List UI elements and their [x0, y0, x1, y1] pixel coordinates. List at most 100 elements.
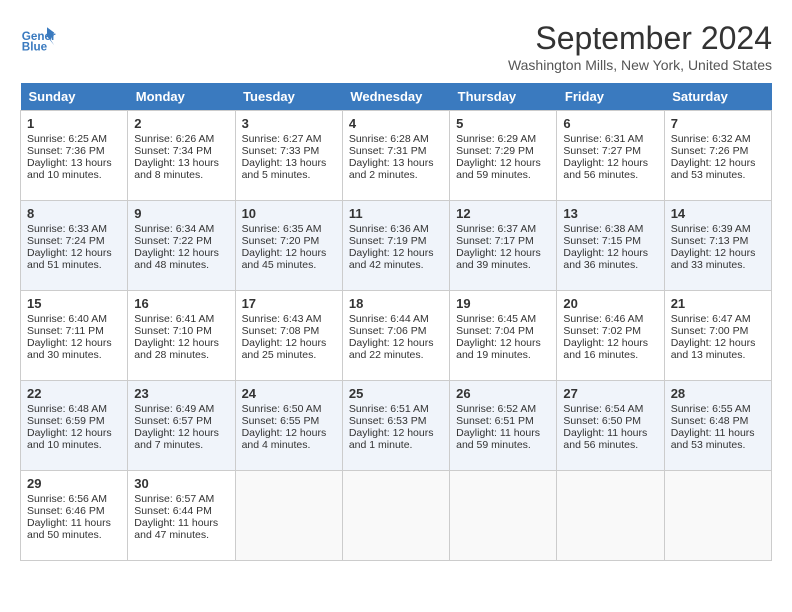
- day-info-line: and 10 minutes.: [27, 439, 121, 451]
- day-info-line: and 45 minutes.: [242, 259, 336, 271]
- day-info-line: and 25 minutes.: [242, 349, 336, 361]
- day-info-line: and 39 minutes.: [456, 259, 550, 271]
- calendar-cell: 11Sunrise: 6:36 AMSunset: 7:19 PMDayligh…: [342, 201, 449, 291]
- day-info-line: Daylight: 12 hours: [349, 337, 443, 349]
- day-info-line: Daylight: 12 hours: [134, 337, 228, 349]
- day-info-line: Sunset: 7:10 PM: [134, 325, 228, 337]
- calendar-cell: 13Sunrise: 6:38 AMSunset: 7:15 PMDayligh…: [557, 201, 664, 291]
- calendar-cell: 6 Sunrise: 6:31 AMSunset: 7:27 PMDaylight…: [557, 111, 664, 201]
- day-info-line: Sunrise: 6:39 AM: [671, 223, 765, 235]
- day-number: 7: [671, 116, 765, 131]
- day-info-line: Sunset: 6:53 PM: [349, 415, 443, 427]
- day-number: 19: [456, 296, 550, 311]
- day-number: 30: [134, 476, 228, 491]
- calendar-cell: [557, 471, 664, 561]
- day-info-line: Sunrise: 6:37 AM: [456, 223, 550, 235]
- calendar-cell: 29Sunrise: 6:56 AMSunset: 6:46 PMDayligh…: [21, 471, 128, 561]
- day-info-line: and 2 minutes.: [349, 169, 443, 181]
- day-info-line: and 56 minutes.: [563, 439, 657, 451]
- day-number: 2: [134, 116, 228, 131]
- day-info-line: Daylight: 12 hours: [349, 427, 443, 439]
- calendar-cell: 24Sunrise: 6:50 AMSunset: 6:55 PMDayligh…: [235, 381, 342, 471]
- day-info-line: and 42 minutes.: [349, 259, 443, 271]
- calendar-table: SundayMondayTuesdayWednesdayThursdayFrid…: [20, 83, 772, 561]
- day-info-line: and 56 minutes.: [563, 169, 657, 181]
- calendar-cell: [235, 471, 342, 561]
- calendar-cell: 1Sunrise: 6:25 AMSunset: 7:36 PMDaylight…: [21, 111, 128, 201]
- day-info-line: and 7 minutes.: [134, 439, 228, 451]
- day-info-line: Sunset: 6:44 PM: [134, 505, 228, 517]
- day-info-line: Daylight: 12 hours: [27, 427, 121, 439]
- day-number: 14: [671, 206, 765, 221]
- day-info-line: Daylight: 12 hours: [349, 247, 443, 259]
- calendar-cell: 4Sunrise: 6:28 AMSunset: 7:31 PMDaylight…: [342, 111, 449, 201]
- day-info-line: Daylight: 13 hours: [349, 157, 443, 169]
- day-info-line: Daylight: 12 hours: [242, 247, 336, 259]
- day-number: 17: [242, 296, 336, 311]
- logo-icon: General Blue: [20, 20, 56, 56]
- calendar-body: 1Sunrise: 6:25 AMSunset: 7:36 PMDaylight…: [21, 111, 772, 561]
- weekday-header-monday: Monday: [128, 83, 235, 111]
- day-info-line: and 22 minutes.: [349, 349, 443, 361]
- day-info-line: Sunset: 7:27 PM: [563, 145, 657, 157]
- day-info-line: and 8 minutes.: [134, 169, 228, 181]
- logo: General Blue: [20, 20, 56, 56]
- day-info-line: and 53 minutes.: [671, 439, 765, 451]
- calendar-cell: 28Sunrise: 6:55 AMSunset: 6:48 PMDayligh…: [664, 381, 771, 471]
- title-area: September 2024 Washington Mills, New Yor…: [508, 20, 772, 73]
- day-number: 24: [242, 386, 336, 401]
- day-info-line: Sunrise: 6:44 AM: [349, 313, 443, 325]
- day-info-line: Sunset: 6:48 PM: [671, 415, 765, 427]
- day-number: 6: [563, 116, 657, 131]
- day-info-line: Sunset: 7:17 PM: [456, 235, 550, 247]
- day-info-line: Daylight: 12 hours: [456, 157, 550, 169]
- day-number: 9: [134, 206, 228, 221]
- day-info-line: Sunrise: 6:26 AM: [134, 133, 228, 145]
- day-number: 3: [242, 116, 336, 131]
- day-info-line: Sunset: 7:20 PM: [242, 235, 336, 247]
- weekday-header-saturday: Saturday: [664, 83, 771, 111]
- day-info-line: Daylight: 12 hours: [671, 247, 765, 259]
- day-info-line: Daylight: 13 hours: [134, 157, 228, 169]
- day-info-line: Sunset: 7:31 PM: [349, 145, 443, 157]
- day-info-line: Sunset: 7:00 PM: [671, 325, 765, 337]
- day-info-line: Sunrise: 6:28 AM: [349, 133, 443, 145]
- day-info-line: and 10 minutes.: [27, 169, 121, 181]
- calendar-cell: 17Sunrise: 6:43 AMSunset: 7:08 PMDayligh…: [235, 291, 342, 381]
- day-number: 29: [27, 476, 121, 491]
- day-info-line: Daylight: 13 hours: [27, 157, 121, 169]
- day-info-line: Sunrise: 6:29 AM: [456, 133, 550, 145]
- day-number: 28: [671, 386, 765, 401]
- day-info-line: Sunrise: 6:45 AM: [456, 313, 550, 325]
- day-info-line: and 33 minutes.: [671, 259, 765, 271]
- svg-text:Blue: Blue: [22, 41, 48, 54]
- day-info-line: Sunset: 7:22 PM: [134, 235, 228, 247]
- day-info-line: and 19 minutes.: [456, 349, 550, 361]
- day-info-line: Daylight: 11 hours: [563, 427, 657, 439]
- day-info-line: Sunset: 7:24 PM: [27, 235, 121, 247]
- day-number: 21: [671, 296, 765, 311]
- day-info-line: and 16 minutes.: [563, 349, 657, 361]
- day-number: 27: [563, 386, 657, 401]
- day-info-line: Sunrise: 6:31 AM: [563, 133, 657, 145]
- day-info-line: and 5 minutes.: [242, 169, 336, 181]
- day-info-line: Sunrise: 6:50 AM: [242, 403, 336, 415]
- day-info-line: Sunrise: 6:27 AM: [242, 133, 336, 145]
- day-info-line: Sunset: 7:02 PM: [563, 325, 657, 337]
- day-info-line: and 50 minutes.: [27, 529, 121, 541]
- day-number: 26: [456, 386, 550, 401]
- month-title: September 2024: [508, 20, 772, 57]
- day-info-line: Sunrise: 6:49 AM: [134, 403, 228, 415]
- day-info-line: Daylight: 12 hours: [563, 157, 657, 169]
- day-info-line: and 47 minutes.: [134, 529, 228, 541]
- day-info-line: Sunset: 7:26 PM: [671, 145, 765, 157]
- header: General Blue September 2024 Washington M…: [20, 20, 772, 73]
- location-title: Washington Mills, New York, United State…: [508, 57, 772, 73]
- day-number: 23: [134, 386, 228, 401]
- calendar-cell: 21Sunrise: 6:47 AMSunset: 7:00 PMDayligh…: [664, 291, 771, 381]
- day-number: 20: [563, 296, 657, 311]
- calendar-cell: 15Sunrise: 6:40 AMSunset: 7:11 PMDayligh…: [21, 291, 128, 381]
- day-info-line: Daylight: 12 hours: [456, 247, 550, 259]
- day-info-line: Daylight: 12 hours: [27, 337, 121, 349]
- day-number: 13: [563, 206, 657, 221]
